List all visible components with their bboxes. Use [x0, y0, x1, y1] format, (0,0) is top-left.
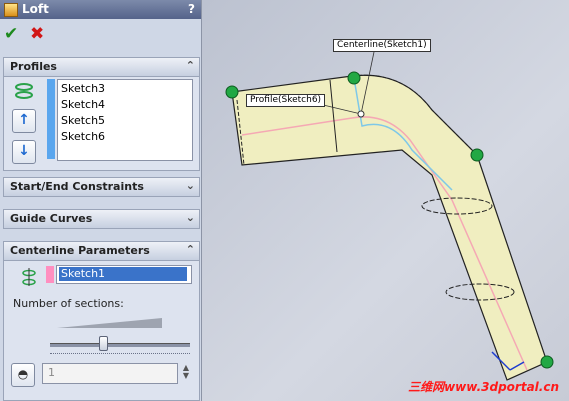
centerline-icon: [22, 268, 36, 286]
handle: [347, 71, 361, 85]
sections-slider-thumb[interactable]: [99, 336, 108, 351]
move-down-button[interactable]: ↓: [12, 140, 36, 164]
chevron-up-icon[interactable]: ⌃: [186, 59, 195, 72]
sections-count-field[interactable]: 1: [42, 363, 178, 384]
property-manager-panel: Loft ? ✔ ✖ Profiles ⌃ ↑ ↓ Sketch3 Sketch…: [0, 0, 202, 401]
cancel-button[interactable]: ✖: [30, 25, 44, 43]
arrow-down-icon: ↓: [18, 143, 30, 159]
guide-curves-title: Guide Curves: [10, 212, 93, 225]
slider-ticks: [50, 353, 190, 357]
panel-title: Loft: [22, 2, 49, 16]
handle: [225, 85, 239, 99]
profile-icon: [15, 83, 33, 99]
chevron-down-icon[interactable]: ⌄: [186, 179, 195, 192]
sections-count-value: 1: [48, 366, 55, 379]
profile-selection-bar: [47, 79, 55, 159]
list-item[interactable]: Sketch5: [61, 114, 105, 127]
centerline-selection-bar: [46, 266, 54, 283]
sections-density-wedge: [57, 318, 162, 328]
move-up-button[interactable]: ↑: [12, 109, 36, 133]
handle: [470, 148, 484, 162]
centerline-title: Centerline Parameters: [10, 244, 150, 257]
centerline-parameters-section: Centerline Parameters ⌃ Sketch1 Number o…: [3, 241, 200, 401]
chevron-down-icon[interactable]: ⌄: [186, 211, 195, 224]
loft-model: [225, 51, 554, 381]
start-end-header[interactable]: Start/End Constraints ⌄: [4, 178, 199, 196]
profiles-section: Profiles ⌃ ↑ ↓ Sketch3 Sketch4 Sketch5 S…: [3, 57, 200, 171]
profiles-title: Profiles: [10, 60, 57, 73]
arrow-up-icon: ↑: [18, 112, 30, 128]
glasses-icon: ◓: [17, 367, 29, 381]
start-end-title: Start/End Constraints: [10, 180, 144, 193]
profiles-list[interactable]: Sketch3 Sketch4 Sketch5 Sketch6: [57, 79, 193, 161]
panel-titlebar: Loft ?: [0, 0, 201, 19]
sections-label: Number of sections:: [13, 297, 124, 310]
loft-body: [231, 74, 548, 381]
handle: [540, 355, 554, 369]
centerline-header[interactable]: Centerline Parameters ⌃: [4, 242, 199, 261]
guide-curves-header[interactable]: Guide Curves ⌄: [4, 210, 199, 228]
list-item[interactable]: Sketch6: [61, 130, 105, 143]
profile-callout[interactable]: Profile(Sketch6): [246, 94, 326, 107]
centerline-field[interactable]: Sketch1: [56, 265, 192, 284]
list-item[interactable]: Sketch4: [61, 98, 105, 111]
centerline-callout[interactable]: Centerline(Sketch1): [333, 39, 431, 52]
graphics-area[interactable]: Centerline(Sketch1) Profile(Sketch6) 三维网…: [202, 0, 569, 401]
sections-slider-track[interactable]: [50, 343, 190, 347]
profiles-header[interactable]: Profiles ⌃: [4, 58, 199, 77]
start-end-constraints-section[interactable]: Start/End Constraints ⌄: [3, 177, 200, 197]
ok-button[interactable]: ✔: [4, 25, 18, 43]
guide-curves-section[interactable]: Guide Curves ⌄: [3, 209, 200, 229]
watermark: 三维网www.3dportal.cn: [408, 380, 559, 394]
sections-spinner[interactable]: ▲ ▼: [180, 364, 192, 382]
show-preview-button[interactable]: ◓: [11, 363, 35, 387]
list-item[interactable]: Sketch3: [61, 82, 105, 95]
centerline-point: [357, 110, 365, 118]
help-button[interactable]: ?: [188, 2, 195, 16]
chevron-up-icon[interactable]: ⌃: [186, 243, 195, 256]
loft-icon: [4, 3, 18, 17]
centerline-value: Sketch1: [59, 267, 187, 281]
